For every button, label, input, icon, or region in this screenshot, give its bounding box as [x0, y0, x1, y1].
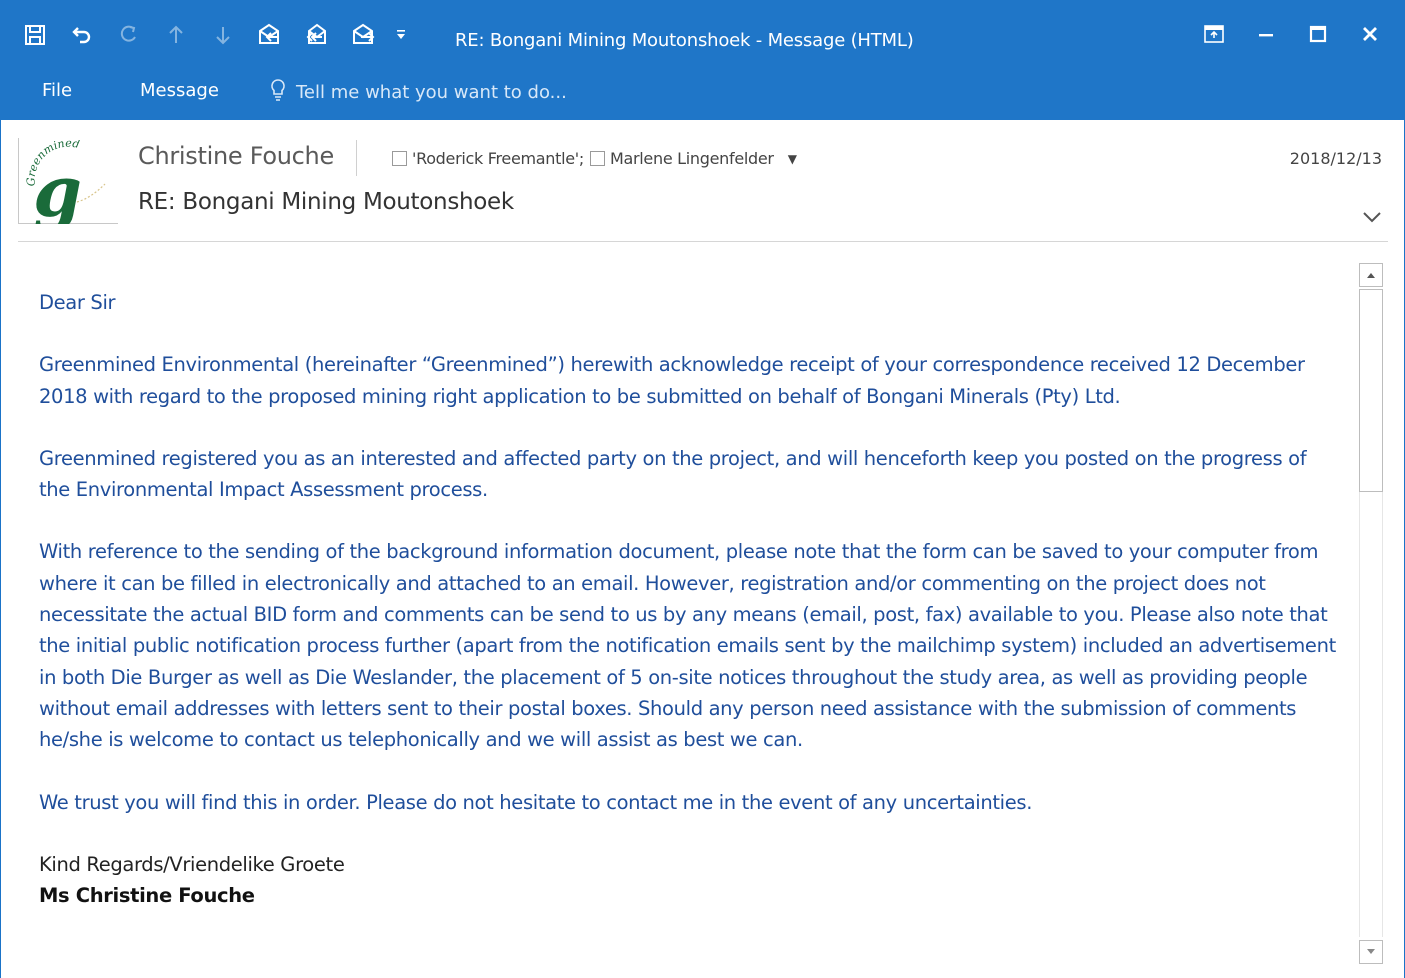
message-header: Greenmined g Christine Fouche 'Roderick …	[18, 120, 1388, 242]
window-controls	[1185, 18, 1393, 50]
recipient-checkbox[interactable]	[590, 151, 605, 166]
title-bar: RE: Bongani Mining Moutonshoek - Message…	[0, 0, 1405, 66]
forward-icon[interactable]	[347, 18, 381, 52]
ribbon-display-options-icon[interactable]	[1191, 18, 1237, 50]
reply-icon[interactable]	[253, 18, 287, 52]
tell-me-placeholder: Tell me what you want to do...	[296, 82, 567, 103]
signature-name: Ms Christine Fouche	[39, 884, 255, 908]
minimize-icon[interactable]	[1243, 18, 1289, 50]
recipients-dropdown-icon[interactable]: ▼	[788, 152, 797, 166]
close-icon[interactable]	[1347, 18, 1393, 50]
ribbon-tabs: File Message	[0, 66, 1405, 120]
scroll-thumb[interactable]	[1359, 289, 1383, 492]
save-icon[interactable]	[18, 18, 52, 52]
svg-text:g: g	[33, 150, 82, 224]
previous-item-icon[interactable]	[159, 18, 193, 52]
message-body: Dear Sir Greenmined Environmental (herei…	[18, 260, 1354, 978]
scroll-up-icon[interactable]	[1359, 263, 1383, 287]
tab-file[interactable]: File	[36, 78, 78, 103]
expand-header-icon[interactable]	[1362, 208, 1382, 227]
recipient-checkbox[interactable]	[392, 151, 407, 166]
tell-me-box[interactable]: Tell me what you want to do...	[270, 78, 567, 107]
reply-all-icon[interactable]	[300, 18, 334, 52]
closing: Kind Regards/Vriendelike Groete	[39, 852, 345, 876]
message-subject: RE: Bongani Mining Moutonshoek	[138, 189, 514, 215]
body-paragraph: With reference to the sending of the bac…	[39, 540, 1336, 752]
body-paragraph: Greenmined Environmental (hereinafter “G…	[39, 353, 1305, 408]
recipient-name[interactable]: 'Roderick Freemantle';	[412, 149, 584, 168]
divider	[356, 140, 357, 176]
greenmined-logo: Greenmined g	[25, 140, 106, 224]
sent-date: 2018/12/13	[1289, 149, 1382, 168]
scroll-down-icon[interactable]	[1359, 940, 1383, 964]
customize-qat-icon[interactable]	[394, 18, 408, 52]
maximize-icon[interactable]	[1295, 18, 1341, 50]
redo-icon[interactable]	[112, 18, 146, 52]
quick-access-toolbar	[18, 18, 422, 52]
undo-icon[interactable]	[65, 18, 99, 52]
recipient-name[interactable]: Marlene Lingenfelder	[610, 149, 774, 168]
greeting: Dear Sir	[39, 291, 116, 314]
body-paragraph: Greenmined registered you as an interest…	[39, 446, 1307, 502]
vertical-scrollbar[interactable]	[1357, 260, 1385, 972]
window-title: RE: Bongani Mining Moutonshoek - Message…	[455, 30, 914, 51]
sender-name[interactable]: Christine Fouche	[138, 142, 334, 170]
recipients-list: 'Roderick Freemantle'; Marlene Lingenfel…	[392, 149, 797, 168]
next-item-icon[interactable]	[206, 18, 240, 52]
sender-avatar: Greenmined g	[18, 138, 118, 224]
body-paragraph: We trust you will find this in order. Pl…	[39, 790, 1033, 814]
tab-message[interactable]: Message	[134, 78, 225, 103]
lightbulb-icon	[270, 78, 286, 107]
